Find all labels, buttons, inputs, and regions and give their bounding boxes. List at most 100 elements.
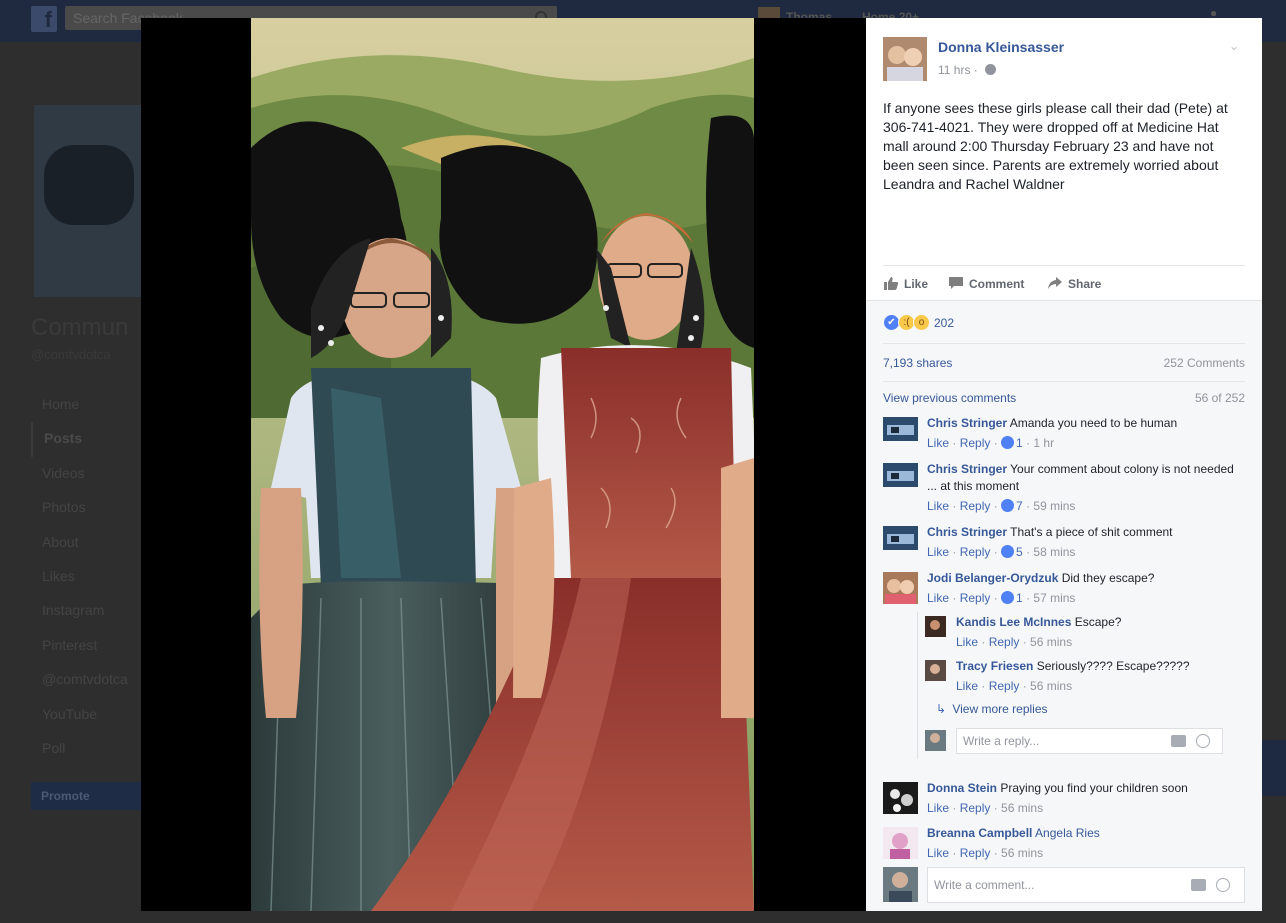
comment-like-link[interactable]: Like bbox=[927, 846, 949, 860]
reply-reply-link[interactable]: Reply bbox=[989, 679, 1020, 693]
post-timestamp: 11 hrs · bbox=[938, 63, 997, 77]
nav-pinterest[interactable]: Pinterest bbox=[31, 629, 141, 663]
comment-reply-link[interactable]: Reply bbox=[960, 545, 991, 559]
share-button[interactable]: Share bbox=[1047, 275, 1101, 293]
emoji-icon[interactable] bbox=[1196, 734, 1210, 748]
avatar[interactable] bbox=[883, 782, 918, 814]
avatar-image bbox=[883, 37, 927, 81]
like-badge-icon bbox=[1001, 436, 1015, 449]
nav-handle[interactable]: @comtvdotca bbox=[31, 663, 141, 697]
commenter-name[interactable]: Chris Stringer bbox=[927, 462, 1007, 476]
nav-youtube[interactable]: YouTube bbox=[31, 698, 141, 732]
globe-icon bbox=[985, 64, 997, 75]
commenter-name[interactable]: Breanna Campbell bbox=[927, 826, 1032, 840]
comment-like-count[interactable]: 1 bbox=[1016, 436, 1023, 450]
comment-input[interactable]: Write a comment... bbox=[927, 867, 1245, 903]
nav-photos[interactable]: Photos bbox=[31, 491, 141, 525]
nav-videos[interactable]: Videos bbox=[31, 457, 141, 491]
reply-arrow-icon: ↳ bbox=[936, 702, 947, 716]
share-icon bbox=[1048, 277, 1062, 289]
comment-time[interactable]: 56 mins bbox=[1001, 846, 1043, 860]
avatar[interactable] bbox=[883, 572, 918, 604]
comment-like-link[interactable]: Like bbox=[927, 545, 949, 559]
author-name[interactable]: Donna Kleinsasser bbox=[938, 39, 1064, 55]
comment-time[interactable]: 1 hr bbox=[1033, 436, 1054, 450]
promote-button[interactable]: Promote bbox=[31, 782, 141, 810]
comment-like-count[interactable]: 1 bbox=[1016, 591, 1023, 605]
commenter-name[interactable]: Chris Stringer bbox=[927, 525, 1007, 539]
avatar[interactable] bbox=[883, 526, 918, 550]
page-handle: @comtvdotca bbox=[31, 347, 111, 362]
comment-body: Chris Stringer Your comment about colony… bbox=[927, 461, 1245, 515]
comment-composer: Write a comment... bbox=[883, 867, 1245, 903]
comment-like-link[interactable]: Like bbox=[927, 436, 949, 450]
reply-like-link[interactable]: Like bbox=[956, 679, 978, 693]
avatar[interactable] bbox=[883, 827, 918, 859]
comment-meta: Like · Reply · 1 · 57 mins bbox=[927, 591, 1076, 605]
nav-posts[interactable]: Posts bbox=[31, 422, 141, 457]
nav-home[interactable]: Home bbox=[31, 388, 141, 422]
avatar[interactable] bbox=[883, 417, 918, 441]
commenter-name[interactable]: Donna Stein bbox=[927, 781, 997, 795]
reply-time[interactable]: 56 mins bbox=[1030, 679, 1072, 693]
comment-reply-link[interactable]: Reply bbox=[960, 436, 991, 450]
emoji-icon[interactable] bbox=[1216, 878, 1230, 892]
avatar bbox=[883, 867, 918, 902]
tagged-user-link[interactable]: Angela Ries bbox=[1035, 826, 1100, 840]
reply-time[interactable]: 56 mins bbox=[1030, 635, 1072, 649]
comment-like-link[interactable]: Like bbox=[927, 499, 949, 513]
commenter-name[interactable]: Chris Stringer bbox=[927, 416, 1007, 430]
reply-meta: Like · Reply · 56 mins bbox=[956, 635, 1073, 649]
comment-meta: Like · Reply · 5 · 58 mins bbox=[927, 545, 1076, 559]
comment-time[interactable]: 57 mins bbox=[1033, 591, 1075, 605]
avatar[interactable] bbox=[925, 660, 946, 681]
commenter-name[interactable]: Jodi Belanger-Orydzuk bbox=[927, 571, 1058, 585]
comment-reply-link[interactable]: Reply bbox=[960, 499, 991, 513]
reply-meta: Like · Reply · 56 mins bbox=[956, 679, 1073, 693]
comment-label: Comment bbox=[969, 277, 1025, 291]
nav-about[interactable]: About bbox=[31, 526, 141, 560]
camera-icon[interactable] bbox=[1191, 879, 1206, 891]
comment-reply-link[interactable]: Reply bbox=[960, 801, 991, 815]
comment-like-count[interactable]: 7 bbox=[1016, 499, 1023, 513]
comment-time[interactable]: 59 mins bbox=[1033, 499, 1075, 513]
avatar-image bbox=[883, 526, 918, 550]
commenter-name[interactable]: Tracy Friesen bbox=[956, 659, 1033, 673]
post-time[interactable]: 11 hrs bbox=[938, 63, 970, 77]
reply-input[interactable]: Write a reply... bbox=[956, 728, 1223, 754]
avatar[interactable] bbox=[883, 37, 927, 81]
reply-like-link[interactable]: Like bbox=[956, 635, 978, 649]
comment-reply-link[interactable]: Reply bbox=[960, 591, 991, 605]
post-text: If anyone sees these girls please call t… bbox=[883, 100, 1228, 192]
avatar[interactable] bbox=[883, 463, 918, 487]
page-title: Commun bbox=[31, 314, 129, 341]
comment-text: That's a piece of shit comment bbox=[1010, 525, 1173, 539]
comment-time[interactable]: 58 mins bbox=[1033, 545, 1075, 559]
comment-body: Jodi Belanger-Orydzuk Did they escape? L… bbox=[927, 570, 1245, 607]
comment-time[interactable]: 56 mins bbox=[1001, 801, 1043, 815]
commenter-name[interactable]: Kandis Lee McInnes bbox=[956, 615, 1071, 629]
comment-button[interactable]: Comment bbox=[948, 275, 1024, 293]
like-label: Like bbox=[904, 277, 929, 291]
like-button[interactable]: Like bbox=[883, 275, 928, 293]
comment-like-link[interactable]: Like bbox=[927, 591, 949, 605]
comment-like-link[interactable]: Like bbox=[927, 801, 949, 815]
avatar[interactable] bbox=[925, 616, 946, 637]
nav-instagram[interactable]: Instagram bbox=[31, 594, 141, 628]
nav-poll[interactable]: Poll bbox=[31, 732, 141, 766]
nav-likes[interactable]: Likes bbox=[31, 560, 141, 594]
avatar bbox=[925, 730, 946, 751]
chevron-down-icon[interactable]: ⌄ bbox=[1227, 39, 1241, 53]
view-previous-comments-link[interactable]: View previous comments bbox=[883, 382, 1016, 414]
comment-icon bbox=[949, 277, 963, 289]
post-photo[interactable] bbox=[251, 18, 754, 911]
comment-like-count[interactable]: 5 bbox=[1016, 545, 1023, 559]
facebook-logo-icon[interactable]: f bbox=[31, 6, 57, 32]
comment-reply-link[interactable]: Reply bbox=[960, 846, 991, 860]
view-more-replies-link[interactable]: ↳ View more replies bbox=[936, 702, 1048, 716]
avatar-image bbox=[883, 572, 918, 604]
shares-link[interactable]: 7,193 shares bbox=[883, 344, 952, 382]
reply-reply-link[interactable]: Reply bbox=[989, 635, 1020, 649]
camera-icon[interactable] bbox=[1171, 735, 1186, 747]
reactions-summary[interactable]: ✔:(o 202 bbox=[883, 314, 954, 332]
